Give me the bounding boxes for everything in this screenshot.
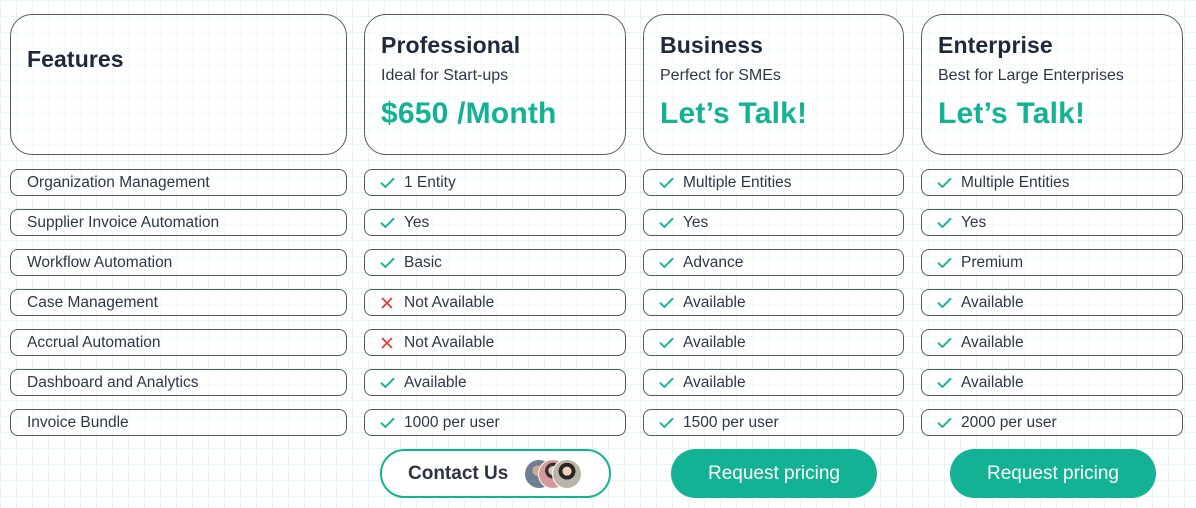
plan-value-text: 1500 per user: [683, 413, 779, 431]
feature-label: Case Management: [27, 293, 158, 311]
plan-name: Business: [660, 32, 764, 58]
plan-value-row: Basic: [364, 249, 626, 276]
cross-icon: [379, 295, 395, 311]
plan-value-row: 2000 per user: [921, 409, 1183, 436]
plan-value-row: Not Available: [364, 289, 626, 316]
check-icon: [658, 295, 674, 311]
plan-value-text: Available: [404, 373, 467, 391]
feature-row: Accrual Automation: [10, 329, 347, 356]
plan-header-card: Business Perfect for SMEs Let’s Talk!: [643, 14, 904, 155]
plan-value-text: Available: [961, 333, 1024, 351]
features-title: Features: [27, 46, 124, 72]
plan-value-text: Available: [683, 333, 746, 351]
feature-label: Supplier Invoice Automation: [27, 213, 220, 231]
check-icon: [379, 255, 395, 271]
plan-tagline: Perfect for SMEs: [660, 67, 781, 84]
plan-value-row: 1000 per user: [364, 409, 626, 436]
plan-value-row: Yes: [364, 209, 626, 236]
feature-row: Dashboard and Analytics: [10, 369, 347, 396]
plan-value-text: Not Available: [404, 293, 495, 311]
check-icon: [936, 375, 952, 391]
plan-value-row: Available: [921, 289, 1183, 316]
plan-value-text: Yes: [683, 213, 709, 231]
plan-value-row: Advance: [643, 249, 904, 276]
plan-name: Enterprise: [938, 32, 1053, 58]
plan-value-row: 1500 per user: [643, 409, 904, 436]
contact-us-label: Contact Us: [408, 462, 509, 484]
plan-value-text: 1000 per user: [404, 413, 500, 431]
check-icon: [936, 175, 952, 191]
plan-value-row: Available: [921, 329, 1183, 356]
plan-value-row: Not Available: [364, 329, 626, 356]
plan-name: Professional: [381, 32, 521, 58]
check-icon: [658, 415, 674, 431]
feature-row: Workflow Automation: [10, 249, 347, 276]
feature-label: Organization Management: [27, 173, 210, 191]
check-icon: [658, 215, 674, 231]
check-icon: [936, 335, 952, 351]
plan-value-row: Premium: [921, 249, 1183, 276]
team-avatars: [524, 459, 586, 489]
avatar: [552, 459, 582, 489]
request-pricing-label: Request pricing: [707, 462, 841, 484]
plan-value-row: 1 Entity: [364, 169, 626, 196]
plan-value-text: Yes: [961, 213, 987, 231]
plan-value-row: Multiple Entities: [643, 169, 904, 196]
check-icon: [658, 335, 674, 351]
plan-value-text: 1 Entity: [404, 173, 456, 191]
check-icon: [936, 415, 952, 431]
plan-value-text: Multiple Entities: [683, 173, 792, 191]
plan-value-text: Multiple Entities: [961, 173, 1070, 191]
check-icon: [936, 255, 952, 271]
plan-value-text: Available: [961, 293, 1024, 311]
plan-value-text: Available: [683, 373, 746, 391]
request-pricing-label: Request pricing: [986, 462, 1120, 484]
check-icon: [658, 375, 674, 391]
plan-tagline: Best for Large Enterprises: [938, 67, 1124, 84]
plan-price: Let’s Talk!: [660, 97, 808, 130]
check-icon: [379, 415, 395, 431]
contact-us-button[interactable]: Contact Us: [380, 449, 611, 498]
plan-tagline: Ideal for Start-ups: [381, 67, 509, 84]
plan-value-text: Basic: [404, 253, 442, 271]
enterprise-request-pricing-button[interactable]: Request pricing: [950, 449, 1156, 498]
plan-value-row: Yes: [921, 209, 1183, 236]
check-icon: [936, 215, 952, 231]
plan-value-row: Available: [921, 369, 1183, 396]
check-icon: [658, 175, 674, 191]
plan-value-text: 2000 per user: [961, 413, 1057, 431]
plan-value-text: Not Available: [404, 333, 495, 351]
feature-row: Case Management: [10, 289, 347, 316]
plan-value-text: Yes: [404, 213, 430, 231]
plan-header-card: Professional Ideal for Start-ups $650 /Mon…: [364, 14, 626, 155]
plan-value-text: Premium: [961, 253, 1024, 271]
features-header-card: Features: [10, 14, 347, 155]
feature-row: Organization Management: [10, 169, 347, 196]
check-icon: [379, 375, 395, 391]
plan-price: Let’s Talk!: [938, 97, 1086, 130]
cross-icon: [379, 335, 395, 351]
check-icon: [379, 175, 395, 191]
plan-value-text: Available: [683, 293, 746, 311]
plan-header-card: Enterprise Best for Large Enterprises Let’…: [921, 14, 1183, 155]
business-request-pricing-button[interactable]: Request pricing: [671, 449, 877, 498]
feature-row: Supplier Invoice Automation: [10, 209, 347, 236]
plan-value-row: Yes: [643, 209, 904, 236]
check-icon: [936, 295, 952, 311]
check-icon: [379, 215, 395, 231]
plan-value-text: Available: [961, 373, 1024, 391]
plan-value-row: Available: [364, 369, 626, 396]
feature-label: Dashboard and Analytics: [27, 373, 199, 391]
plan-price: $650 /Month: [381, 97, 557, 130]
plan-value-row: Multiple Entities: [921, 169, 1183, 196]
feature-label: Workflow Automation: [27, 253, 173, 271]
plan-value-row: Available: [643, 329, 904, 356]
plan-value-text: Advance: [683, 253, 744, 271]
feature-label: Invoice Bundle: [27, 413, 129, 431]
check-icon: [658, 255, 674, 271]
plan-value-row: Available: [643, 289, 904, 316]
feature-label: Accrual Automation: [27, 333, 161, 351]
feature-row: Invoice Bundle: [10, 409, 347, 436]
plan-value-row: Available: [643, 369, 904, 396]
